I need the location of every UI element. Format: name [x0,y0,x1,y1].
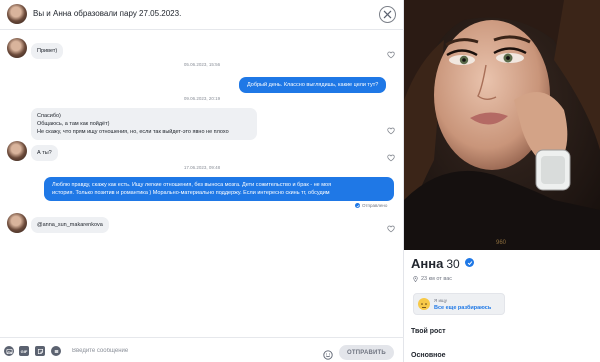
profile-panel: 960 Анна 30 23 км от вас Я ищу Все еще ра… [404,0,600,362]
match-info-title: Вы и Анна образовали пару 27.05.2023. [33,9,182,18]
profile-photo-image: 960 [404,0,600,250]
avatar[interactable] [7,38,27,58]
message-list[interactable]: Привет) 05.06.2023, 15:56 Добрый день. К… [0,31,404,337]
message-line: история. Только позитив и романтика ) Мо… [52,190,330,196]
message-bubble-incoming[interactable]: Привет) [31,43,64,59]
avatar[interactable] [7,141,27,161]
check-icon [355,203,360,208]
message-bubble-incoming[interactable]: Спасибо) Общаюсь, а там как пойдёт) Не с… [31,108,257,140]
section-title-basics: Основное [411,352,446,359]
profile-name-row: Анна 30 [411,256,475,271]
sticker-icon[interactable] [35,346,45,356]
section-title-height: Твой рост [411,328,446,335]
gif-icon[interactable]: GIF [19,346,29,356]
heart-icon [387,51,395,59]
thinking-emoji-icon [418,298,430,310]
location-pin-icon [413,276,418,282]
message-composer: GIF ОТПРАВИТЬ [0,337,404,362]
heart-icon [387,127,395,135]
verified-icon [465,258,475,267]
profile-photo[interactable]: 960 [404,0,600,250]
like-message-button[interactable] [387,149,395,162]
date-separator: 17.06.2023, 09:48 [183,165,221,170]
looking-for-label: Я ищу [434,298,448,303]
gallery-icon[interactable] [4,346,14,356]
message-bubble-outgoing[interactable]: Люблю правду, скажу как есть. Ищу легкие… [44,177,394,201]
emoji-icon[interactable] [323,347,333,360]
avatar[interactable] [7,213,27,233]
svg-text:960: 960 [496,240,507,246]
avatar[interactable] [7,4,27,24]
send-button[interactable]: ОТПРАВИТЬ [339,345,394,360]
message-status: Отправлено [355,203,387,208]
message-line: Общаюсь, а там как пойдёт) [37,121,110,127]
heart-icon [387,225,395,233]
looking-for-card: Я ищу Все еще разбираюсь [413,293,505,315]
message-bubble-incoming[interactable]: @anna_sun_makarenkova [31,217,109,233]
profile-age: 30 [446,257,460,271]
message-bubble-outgoing[interactable]: Добрый день. Классно выглядишь, какие це… [239,77,387,93]
message-input[interactable] [72,345,312,357]
like-message-button[interactable] [387,220,395,233]
date-separator: 05.06.2023, 15:56 [183,62,221,67]
close-icon [383,10,392,19]
like-message-button[interactable] [387,122,395,135]
distance-row: 23 км от вас [413,276,452,282]
like-message-button[interactable] [387,46,395,59]
message-bubble-incoming[interactable]: А ты? [31,145,58,161]
sent-label: Отправлено [362,203,388,208]
distance-text: 23 км от вас [421,276,453,282]
close-button[interactable] [379,6,396,23]
chat-header: Вы и Анна образовали пару 27.05.2023. [0,0,404,30]
menu-icon[interactable] [51,346,61,356]
profile-name: Анна [411,256,444,271]
message-line: Спасибо) [37,113,61,119]
message-line: Не скажу, что прям ищу отношения, но, ес… [37,129,229,135]
message-line: Люблю правду, скажу как есть. Ищу легкие… [52,182,332,188]
chat-panel: Вы и Анна образовали пару 27.05.2023. Пр… [0,0,404,362]
date-separator: 09.06.2023, 20:19 [183,96,221,101]
looking-for-value: Все еще разбираюсь [434,305,492,311]
heart-icon [387,154,395,162]
